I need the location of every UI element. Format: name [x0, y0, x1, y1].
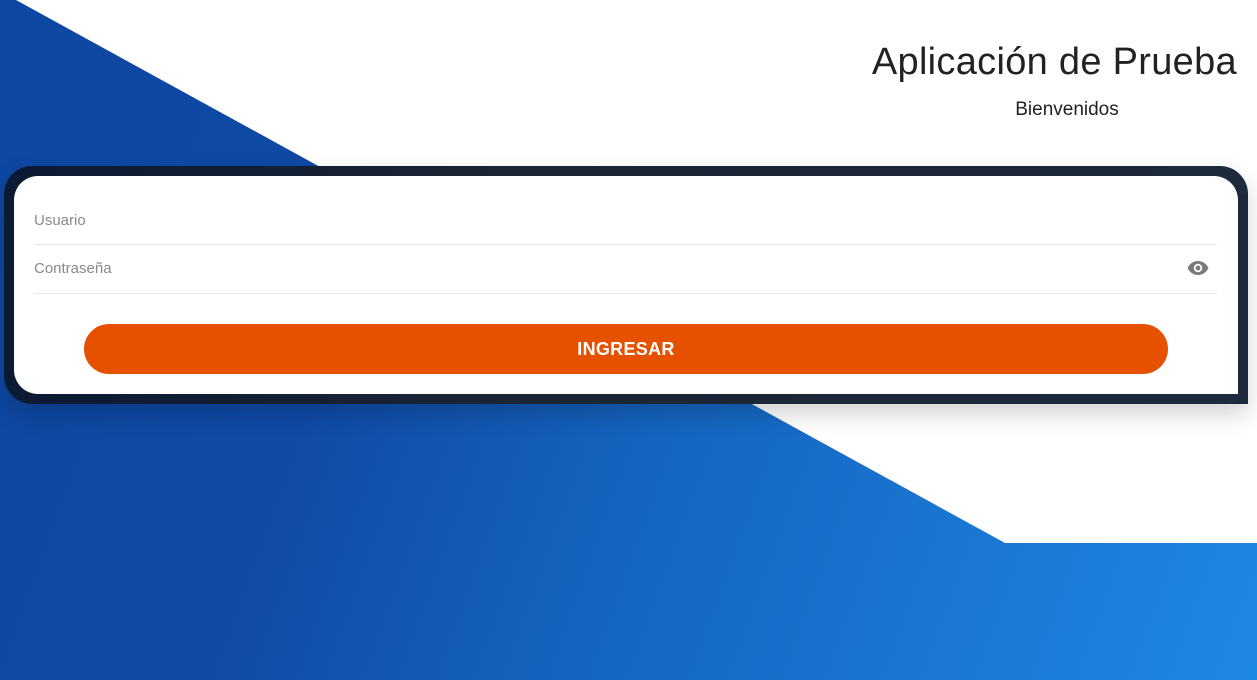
header: Aplicación de Prueba Bienvenidos [857, 38, 1237, 122]
password-input[interactable] [34, 246, 1174, 290]
password-field [34, 246, 1217, 294]
username-field [34, 198, 1217, 245]
login-button[interactable]: INGRESAR [84, 324, 1168, 374]
login-form: INGRESAR [14, 176, 1238, 394]
login-page: Aplicación de Prueba Bienvenidos INGRESA… [0, 0, 1257, 680]
welcome-subtitle: Bienvenidos [1015, 99, 1119, 120]
username-input[interactable] [34, 198, 1174, 242]
eye-icon[interactable] [1187, 260, 1209, 276]
app-title: Aplicación de Prueba [871, 41, 1237, 83]
